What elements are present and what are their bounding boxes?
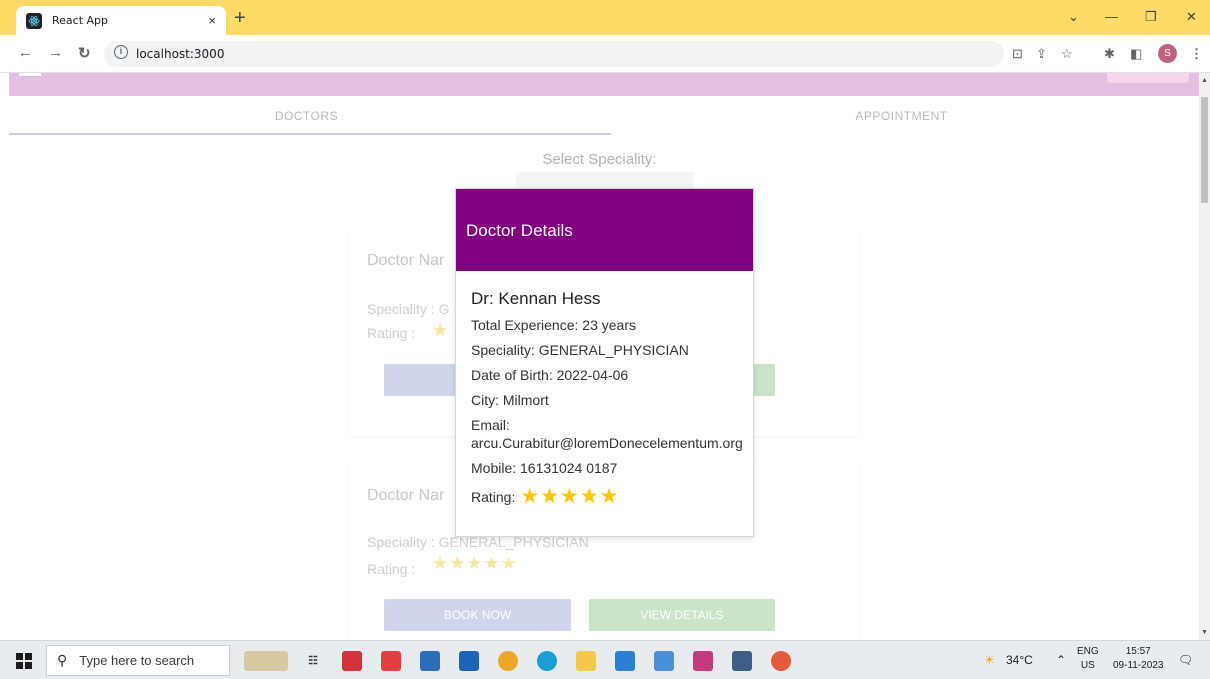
- browser-toolbar: ← → ↻ i localhost:3000 ⊡ ⇪ ☆ ✱ ◧ S ⋮: [0, 35, 1210, 73]
- intellij-icon[interactable]: [693, 651, 713, 671]
- doctor-details-modal: Doctor Details Dr: Kennan Hess Total Exp…: [455, 188, 754, 537]
- rating-stars: ★: [432, 320, 450, 340]
- language-indicator[interactable]: ENG US: [1077, 645, 1099, 673]
- region: US: [1080, 660, 1095, 671]
- address-bar[interactable]: i localhost:3000: [104, 41, 1004, 67]
- tab-search-chevron-icon[interactable]: ⌄: [1068, 9, 1079, 25]
- language: ENG: [1077, 646, 1099, 657]
- tab-appointment[interactable]: APPOINTMENT: [604, 109, 1199, 123]
- mail-app-icon[interactable]: [420, 651, 440, 671]
- rating-label: Rating :: [367, 561, 416, 577]
- temperature[interactable]: 34°C: [1006, 653, 1033, 667]
- back-arrow-icon[interactable]: ←: [18, 44, 33, 61]
- profile-avatar[interactable]: S: [1158, 44, 1177, 63]
- browser-tab-strip: React App × + ⌄ — ❐ ✕: [0, 0, 1210, 35]
- restore-icon[interactable]: ❐: [1145, 9, 1157, 25]
- clock[interactable]: 15:57 09-11-2023: [1113, 645, 1163, 673]
- city: City: Milmort: [471, 392, 549, 408]
- edge-icon[interactable]: [537, 651, 557, 671]
- doctor-name: Doctor Nar: [367, 487, 445, 504]
- tray-chevron-icon[interactable]: ⌃: [1056, 653, 1066, 667]
- modal-body: Dr: Kennan Hess Total Experience: 23 yea…: [471, 289, 751, 509]
- reader-app-icon[interactable]: [342, 651, 362, 671]
- file-explorer-icon[interactable]: [576, 651, 596, 671]
- windows-taskbar: ⚲ Type here to search ☷ ☀ 34°C ⌃ ENG US …: [0, 640, 1210, 679]
- windows-start-icon[interactable]: [16, 653, 32, 674]
- url-text[interactable]: localhost:3000: [136, 47, 224, 61]
- close-window-icon[interactable]: ✕: [1186, 9, 1197, 25]
- scrollbar-thumb[interactable]: [1201, 97, 1208, 203]
- main-tabs: DOCTORS APPOINTMENT: [9, 99, 1199, 135]
- bookmark-star-icon[interactable]: ☆: [1061, 46, 1073, 62]
- email-value: arcu.Curabitur@loremDonecelementum.org: [471, 435, 743, 451]
- chrome-profile-icon[interactable]: [771, 651, 791, 671]
- store-app-icon[interactable]: [459, 651, 479, 671]
- active-tab-indicator: [9, 133, 611, 135]
- extensions-puzzle-icon[interactable]: ✱: [1104, 46, 1115, 62]
- react-favicon-icon: [26, 12, 42, 29]
- modal-header: Doctor Details: [456, 189, 753, 271]
- date-of-birth: Date of Birth: 2022-04-06: [471, 367, 629, 383]
- side-panel-icon[interactable]: ◧: [1130, 46, 1142, 62]
- doctor-name: Doctor Nar: [367, 252, 445, 269]
- search-highlight-icon[interactable]: [244, 651, 288, 671]
- email-block: Email: arcu.Curabitur@loremDonecelementu…: [471, 416, 751, 452]
- notifications-icon[interactable]: 🗨: [1178, 653, 1193, 667]
- workbench-app-icon[interactable]: [654, 651, 674, 671]
- view-details-button[interactable]: VIEW DETAILS: [589, 599, 775, 631]
- header-login-button[interactable]: [1107, 73, 1189, 83]
- minimize-icon[interactable]: —: [1105, 9, 1118, 24]
- tab-close-icon[interactable]: ×: [208, 13, 216, 28]
- rating-label: Rating :: [367, 325, 416, 341]
- app-header-bar: [9, 73, 1199, 96]
- doctor-speciality: Speciality : G: [367, 301, 450, 317]
- book-now-button[interactable]: BOOK NOW: [384, 599, 571, 631]
- browser-tab[interactable]: React App ×: [16, 6, 226, 35]
- vscode-icon[interactable]: [615, 651, 635, 671]
- scroll-down-arrow-icon[interactable]: ▼: [1201, 629, 1208, 636]
- install-app-icon[interactable]: ⊡: [1012, 46, 1023, 62]
- rating-row: Rating: ★★★★★: [471, 484, 751, 509]
- date: 09-11-2023: [1113, 660, 1164, 671]
- weather-icon[interactable]: ☀: [984, 653, 995, 667]
- modal-title: Doctor Details: [466, 221, 573, 240]
- task-view-icon[interactable]: ☷: [303, 651, 323, 671]
- mobile: Mobile: 16131024 0187: [471, 460, 618, 476]
- speciality: Speciality: GENERAL_PHYSICIAN: [471, 342, 689, 358]
- doctor-name: Dr: Kennan Hess: [471, 289, 601, 308]
- total-experience: Total Experience: 23 years: [471, 317, 636, 333]
- document-app-icon[interactable]: [381, 651, 401, 671]
- page-scrollbar[interactable]: ▲ ▼: [1199, 73, 1210, 640]
- chrome-icon[interactable]: [498, 651, 518, 671]
- scroll-up-arrow-icon[interactable]: ▲: [1201, 77, 1208, 84]
- site-info-icon[interactable]: i: [114, 45, 128, 59]
- menu-kebab-icon[interactable]: ⋮: [1190, 46, 1203, 62]
- search-placeholder: Type here to search: [79, 653, 195, 668]
- email-label: Email:: [471, 417, 510, 433]
- tab-doctors[interactable]: DOCTORS: [9, 109, 604, 123]
- select-speciality-label: Select Speciality:: [542, 151, 657, 168]
- time: 15:57: [1125, 646, 1151, 657]
- taskbar-search-box[interactable]: ⚲ Type here to search: [46, 645, 230, 676]
- reload-icon[interactable]: ↻: [78, 44, 91, 62]
- menu-icon[interactable]: [19, 73, 41, 76]
- new-tab-button[interactable]: +: [234, 8, 246, 28]
- database-app-icon[interactable]: [732, 651, 752, 671]
- tab-title: React App: [52, 14, 109, 27]
- rating-label: Rating:: [471, 488, 516, 505]
- rating-stars: ★★★★★: [520, 485, 620, 508]
- forward-arrow-icon[interactable]: →: [48, 44, 63, 61]
- search-icon: ⚲: [57, 652, 68, 668]
- rating-stars: ★★★★★: [432, 553, 518, 573]
- share-icon[interactable]: ⇪: [1036, 46, 1047, 62]
